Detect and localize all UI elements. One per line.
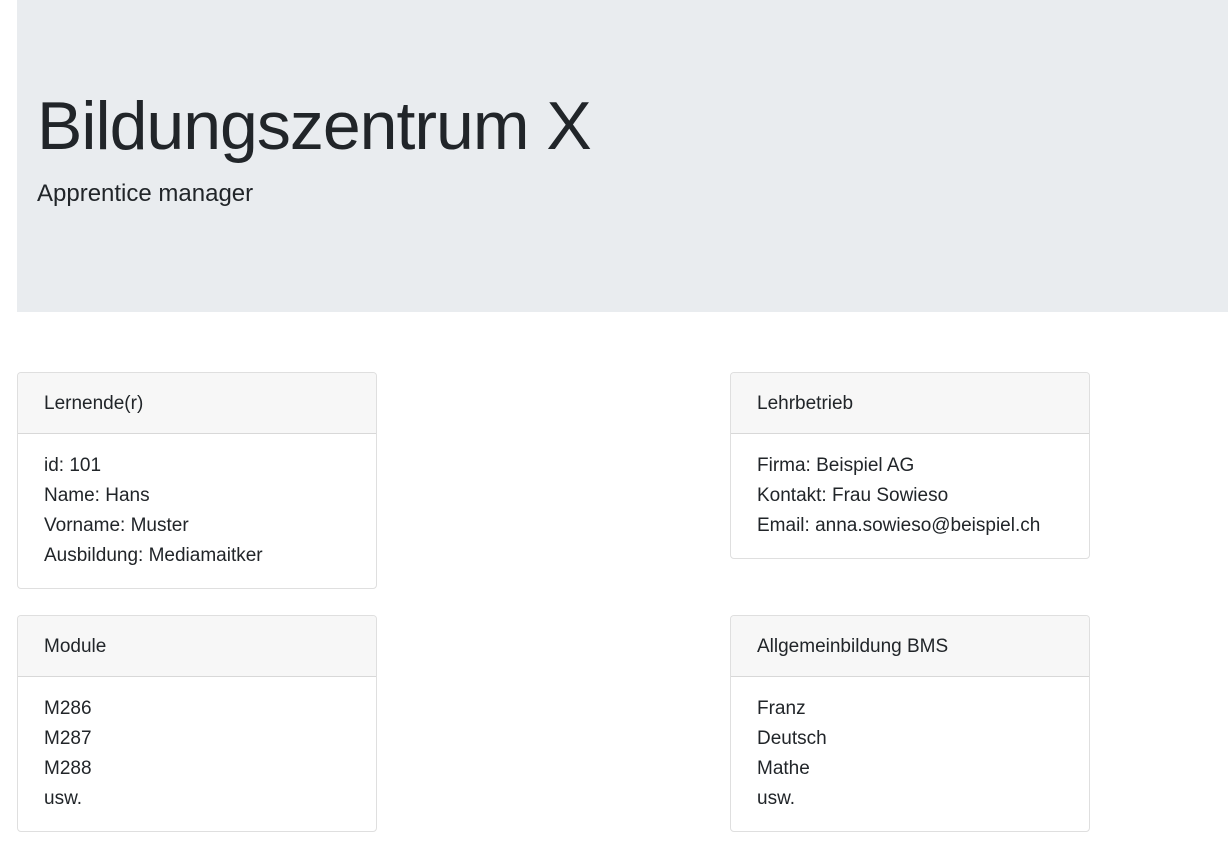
card-module-header: Module [18, 616, 376, 677]
module-item: M287 [44, 728, 92, 749]
card-bms-header: Allgemeinbildung BMS [731, 616, 1089, 677]
card-lernende: Lernende(r) id: 101 Name: Hans Vorname: … [17, 372, 377, 589]
bms-item: Mathe [757, 758, 810, 779]
card-lehrbetrieb-body: Firma: Beispiel AG Kontakt: Frau Sowieso… [731, 434, 1089, 558]
page-subtitle: Apprentice manager [37, 180, 254, 207]
page-title: Bildungszentrum X [37, 88, 592, 164]
card-lernende-header: Lernende(r) [18, 373, 376, 434]
module-item: usw. [44, 788, 83, 809]
lehrbetrieb-email: Email: anna.sowieso@beispiel.ch [757, 515, 1041, 536]
card-bms-body: Franz Deutsch Mathe usw. [731, 677, 1089, 831]
card-bms: Allgemeinbildung BMS Franz Deutsch Mathe… [730, 615, 1090, 832]
module-item: M286 [44, 698, 92, 719]
card-lehrbetrieb-header: Lehrbetrieb [731, 373, 1089, 434]
lehrbetrieb-firma: Firma: Beispiel AG [757, 455, 915, 476]
lernende-name: Name: Hans [44, 485, 150, 506]
card-module-body: M286 M287 M288 usw. [18, 677, 376, 831]
lehrbetrieb-kontakt: Kontakt: Frau Sowieso [757, 485, 949, 506]
card-lernende-body: id: 101 Name: Hans Vorname: Muster Ausbi… [18, 434, 376, 588]
card-lehrbetrieb: Lehrbetrieb Firma: Beispiel AG Kontakt: … [730, 372, 1090, 559]
lernende-vorname: Vorname: Muster [44, 515, 189, 536]
bms-item: usw. [757, 788, 796, 809]
bms-item: Franz [757, 698, 806, 719]
bms-item: Deutsch [757, 728, 827, 749]
card-module: Module M286 M287 M288 usw. [17, 615, 377, 832]
lernende-ausbildung: Ausbildung: Mediamaitker [44, 545, 263, 566]
module-item: M288 [44, 758, 92, 779]
lernende-id: id: 101 [44, 455, 102, 476]
jumbotron: Bildungszentrum X Apprentice manager [17, 0, 1228, 312]
